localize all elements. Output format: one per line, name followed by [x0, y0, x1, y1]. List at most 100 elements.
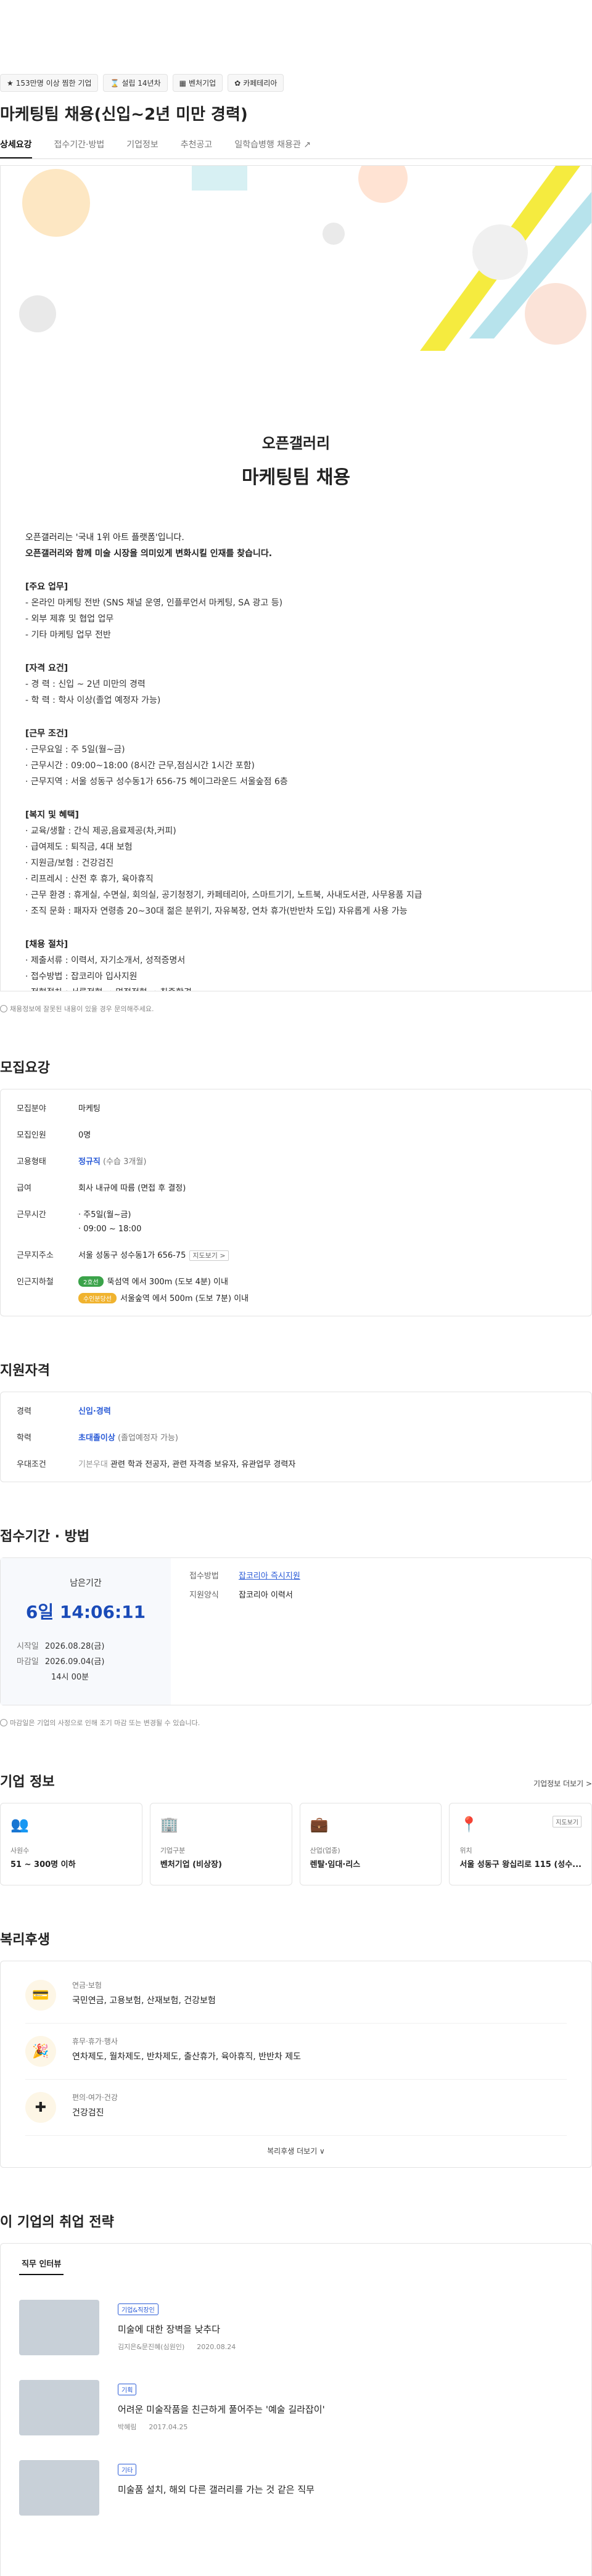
card-value: 51 ~ 300명 이하 [10, 1860, 76, 1869]
medical-icon: ✚ [25, 2092, 56, 2123]
benefit-label: 연금·보험 [72, 1981, 102, 1990]
info-row: 학력 초대졸이상 (졸업예정자 가능) [1, 1424, 591, 1450]
article-title: 미술에 대한 장벽을 낮추다 [118, 2324, 221, 2335]
poster-section-heading: [채용 절차] [25, 940, 68, 950]
page: ★ 153만명 이상 찜한 기업 ⌛ 설립 14년차 ▦ 벤처기업 ✿ 카페테리아 마케팅팀 … [0, 0, 592, 2576]
card-label: 사원수 [10, 1847, 30, 1855]
poster-list-item: · 근무시간 : 09:00~18:00 (8시간 근무,점심시간 1시간 포함… [25, 761, 255, 771]
tab-item[interactable]: 상세요강 [0, 138, 32, 158]
intro-line: 오픈갤러리와 함께 미술 시장을 의미있게 변화시킬 인재를 찾습니다. [25, 549, 273, 559]
benefit-item: ✚ 편의·여가·건강 건강검진 [25, 2080, 567, 2136]
tab-item[interactable]: 일학습병행 채용관 ↗ [234, 138, 311, 158]
job-poster: 오픈갤러리 마케팅팀 채용 오픈갤러리는 '국내 1위 아트 플랫폼'입니다. … [0, 165, 592, 991]
badge-label: 설립 14년차 [121, 79, 161, 88]
info-row: 근무시간 · 주5일(월~금) · 09:00 ~ 18:00 [1, 1200, 591, 1241]
article-tag: 기획 [118, 2384, 137, 2395]
tab-item[interactable]: 접수기간·방법 [54, 138, 105, 158]
article-date: 2020.08.24 [197, 2343, 236, 2351]
section-title: 복리후생 [0, 1932, 50, 1948]
notice: 채용정보에 잘못된 내용이 있을 경우 문의해주세요. [0, 1004, 592, 1014]
strategy-box: 직무 인터뷰 기업&직장인 미술에 대한 장벽을 낮추다 김지은&문진혜(심원인) 2… [0, 2243, 592, 2576]
form-value: 잡코리아 이력서 [239, 1591, 293, 1600]
row-label: 급여 [17, 1184, 31, 1193]
row-value: 0명 [78, 1128, 91, 1140]
info-icon [0, 1719, 7, 1726]
info-row: 급여 회사 내규에 따름 (면접 후 결정) [1, 1174, 591, 1200]
section-title: 모집요강 [0, 1060, 50, 1076]
poster-list-item: · 급여제도 : 퇴직금, 4대 보험 [25, 842, 133, 852]
end-time: 14시 00분 [51, 1673, 89, 1682]
decorative-pattern [19, 166, 591, 351]
row-value: 기본우대 관련 학과 전공자, 관련 자격증 보유자, 유관업무 경력자 [78, 1458, 295, 1469]
badge-list: ★ 153만명 이상 찜한 기업 ⌛ 설립 14년차 ▦ 벤처기업 ✿ 카페테리아 [0, 0, 592, 92]
benefit-value: 국민연금, 고용보험, 산재보험, 건강보험 [72, 1996, 216, 2006]
apply-link[interactable]: 잡코리아 즉시지원 [239, 1569, 300, 1581]
tab-bar: 상세요강 접수기간·방법 기업정보 추천공고 일학습병행 채용관 ↗ [0, 138, 592, 159]
poster-list-item: - 학 력 : 학사 이상(졸업 예정자 가능) [25, 695, 161, 705]
company-card: 💼 산업(업종) 렌탈·임대·리스 [299, 1803, 442, 1885]
article-thumbnail [19, 2300, 99, 2355]
tab-item[interactable]: 기업정보 [126, 138, 158, 158]
article-meta: 박혜림 2017.04.25 [118, 2422, 325, 2432]
row-second-line: 수인분당선 서울숲역 에서 500m (도보 7분) 이내 [78, 1292, 249, 1303]
map-button[interactable]: 지도보기 [553, 1816, 582, 1827]
article-item[interactable]: 기타 미술품 설치, 해외 다른 갤러리를 가는 것 같은 직무 [19, 2435, 573, 2516]
poster-brand: 오픈갤러리 [261, 435, 331, 452]
article-item[interactable]: 기업&직장인 미술에 대한 장벽을 낮추다 김지은&문진혜(심원인) 2020.08.… [19, 2275, 573, 2355]
company-more-link[interactable]: 기업정보 더보기 > [533, 1778, 592, 1789]
row-value: 서울 성동구 성수동1가 656-75 지도보기 > [78, 1249, 229, 1261]
poster-list-item: · 리프레시 : 산전 후 휴가, 육아휴직 [25, 874, 154, 884]
poster-list-item: - 온라인 마케팅 전반 (SNS 채널 운영, 인플루언서 마케팅, SA 광… [25, 598, 283, 608]
badge: ★ 153만명 이상 찜한 기업 [0, 74, 99, 92]
badge: ▦ 벤처기업 [172, 74, 223, 92]
poster-list-item: · 조직 문화 : 패자자 연령층 20~30대 젊은 분위기, 자유복장, 연… [25, 906, 408, 916]
row-second-line: · 09:00 ~ 18:00 [78, 1224, 141, 1234]
row-label: 모집인원 [17, 1131, 46, 1140]
article-thumbnail [19, 2380, 99, 2435]
building-icon: 🏢 [160, 1816, 179, 1833]
badge: ✿ 카페테리아 [228, 74, 284, 92]
badge: ⌛ 설립 14년차 [103, 74, 168, 92]
benefit-item: 💳 연금·보험 국민연금, 고용보험, 산재보험, 건강보험 [25, 1967, 567, 2024]
poster-section-heading: [자격 요건] [25, 663, 68, 673]
info-row: 경력 신입·경력 [1, 1397, 591, 1424]
row-main-value: 관련 학과 전공자, 관련 자격증 보유자, 유관업무 경력자 [110, 1460, 296, 1469]
deadline-panel: 남은기간 6일 14:06:11 시작일 2026.08.28(금) 마감일 202… [1, 1558, 171, 1705]
row-value: 초대졸이상 (졸업예정자 가능) [78, 1431, 178, 1443]
people-icon: 👥 [10, 1816, 29, 1833]
benefits-more-button[interactable]: 복리후생 더보기 ∨ [25, 2136, 567, 2161]
row-main-value: 서울숲역 에서 500m (도보 7분) 이내 [120, 1294, 249, 1303]
row-label: 근무지주소 [17, 1251, 54, 1260]
poster-list-item: · 근무 환경 : 휴게실, 수면실, 회의실, 공기청정기, 카페테리아, 스… [25, 890, 422, 900]
benefits-box: 💳 연금·보험 국민연금, 고용보험, 산재보험, 건강보험 🎉 휴무·휴가·행사 연차제… [0, 1961, 592, 2168]
row-main-value: · 주5일(월~금) [78, 1210, 131, 1220]
poster-headline: 마케팅팀 채용 [241, 467, 351, 488]
poster-list-item: - 기타 마케팅 업무 전반 [25, 630, 111, 640]
row-value: · 주5일(월~금) · 09:00 ~ 18:00 [78, 1208, 141, 1234]
badge-label: 벤처기업 [188, 79, 216, 88]
row-label: 학력 [17, 1434, 31, 1443]
row-main-value: · 09:00 ~ 18:00 [78, 1224, 142, 1234]
row-extra: (졸업예정자 가능) [115, 1434, 178, 1443]
article-title: 어려운 미술작품을 친근하게 풀어주는 '예술 길라잡이' [118, 2404, 325, 2415]
tab-item[interactable]: 추천공고 [181, 138, 213, 158]
qual-box: 경력 신입·경력학력 초대졸이상 (졸업예정자 가능) 우대조건 기본우대 관련 학과 … [0, 1392, 592, 1482]
article-item[interactable]: 기획어려운 미술작품을 친근하게 풀어주는 '예술 길라잡이' 박혜림 2017.0… [19, 2355, 573, 2435]
section-title: 접수기간 · 방법 [0, 1529, 90, 1544]
poster-list-item: · 지원금/보험 : 건강검진 [25, 858, 114, 868]
row-main-value: 정규직 [78, 1157, 101, 1167]
row-main-value: 회사 내규에 따름 (면접 후 결정) [78, 1184, 186, 1193]
benefit-item: 🎉 휴무·휴가·행사 연차제도, 월차제도, 반차제도, 출산휴가, 육아휴직, 반… [25, 2024, 567, 2080]
card-label: 기업구분 [160, 1847, 186, 1855]
tab-interview[interactable]: 직무 인터뷰 [19, 2252, 64, 2275]
apply-box: 남은기간 6일 14:06:11 시작일 2026.08.28(금) 마감일 202… [0, 1557, 592, 1705]
row-label: 우대조건 [17, 1460, 46, 1469]
clock-icon: ⌛ [110, 78, 120, 88]
briefcase-icon: 💼 [310, 1816, 329, 1833]
map-button[interactable]: 지도보기 > [189, 1250, 229, 1261]
badge-label: 카페테리아 [243, 79, 278, 88]
row-main-value: 서울 성동구 성수동1가 656-75 [78, 1251, 186, 1260]
party-icon: 🎉 [25, 2036, 56, 2067]
card-label: 위치 [459, 1847, 472, 1855]
poster-list-item: · 교육/생활 : 간식 제공,음료제공(차,커피) [25, 826, 176, 836]
